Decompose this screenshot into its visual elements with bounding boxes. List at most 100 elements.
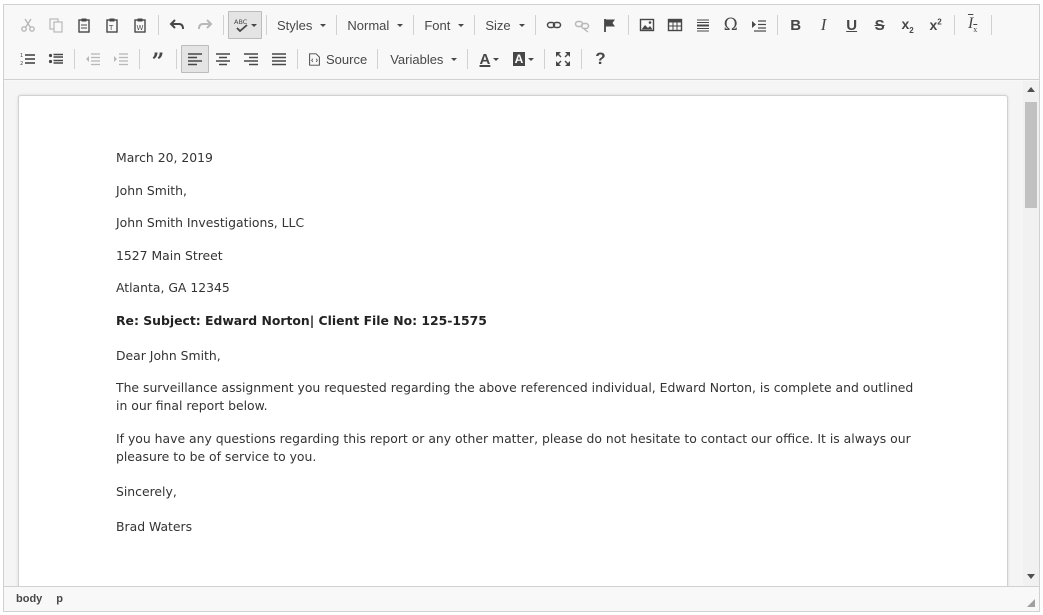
cut-icon [21,18,35,32]
horizontal-line-icon [696,19,709,32]
svg-text:T: T [108,24,114,32]
body-paragraph-1: The surveillance assignment you requeste… [116,380,914,413]
styles-dropdown[interactable]: Styles [271,13,332,37]
text-color-icon: A [479,50,491,68]
unlink-button[interactable] [568,11,596,39]
source-button-label: Source [326,51,368,67]
background-color-icon: A [512,52,526,66]
element-path-p[interactable]: p [56,593,63,605]
rich-text-editor: T W ABC Styles Normal Font Size Ω B I U … [3,4,1040,612]
link-icon [546,21,561,29]
bulleted-list-button[interactable] [42,45,70,73]
anchor-button[interactable] [596,11,624,39]
indent-button[interactable] [107,45,135,73]
cut-button[interactable] [14,11,42,39]
toolbar-separator [627,15,629,35]
toolbar-separator [336,15,338,35]
vertical-scrollbar[interactable] [1023,81,1039,586]
recipient-company: John Smith Investigations, LLC [116,215,305,230]
scrollbar-thumb[interactable] [1025,102,1037,208]
italic-button[interactable]: I [810,11,838,39]
svg-text:2: 2 [20,61,23,67]
unlink-icon [574,20,589,33]
underline-button[interactable]: U [838,11,866,39]
paste-text-button[interactable]: T [98,11,126,39]
resize-handle-icon[interactable] [1027,599,1035,607]
variables-dropdown[interactable]: Variables [382,47,463,71]
toolbar-separator [534,15,536,35]
text-color-button[interactable]: A [472,45,506,73]
source-button[interactable]: Source [302,47,373,71]
table-icon [667,18,682,32]
source-icon [309,52,320,66]
toolbar-separator [176,49,177,69]
paste-word-button[interactable]: W [126,11,154,39]
outdent-button[interactable] [79,45,107,73]
font-dropdown[interactable]: Font [418,13,470,37]
document-body[interactable]: March 20, 2019 John Smith, John Smith In… [116,149,916,550]
recipient-city: Atlanta, GA 12345 [116,280,230,295]
format-dropdown[interactable]: Normal [341,13,409,37]
paste-icon [78,18,90,33]
scroll-down-arrow-icon[interactable] [1027,574,1035,579]
toolbar-separator [953,15,955,35]
table-button[interactable] [661,11,689,39]
styles-dropdown-label: Styles [277,17,313,33]
strikethrough-button[interactable]: S [866,11,894,39]
justify-icon [272,53,286,66]
chevron-down-icon [320,23,327,27]
blockquote-button[interactable]: ” [144,45,172,73]
undo-button[interactable] [163,11,191,39]
spellcheck-button[interactable]: ABC [228,11,262,39]
chevron-down-icon [250,23,257,27]
subscript-button[interactable]: x2 [894,11,922,39]
svg-text:1: 1 [20,53,23,59]
superscript-button[interactable]: x2 [922,11,950,39]
align-left-button[interactable] [181,45,209,73]
chevron-down-icon [528,57,535,61]
toolbar-separator [544,49,546,69]
numbered-list-button[interactable]: 12 [14,45,42,73]
link-button[interactable] [540,11,568,39]
toolbar-separator [474,15,476,35]
subscript-icon: x2 [901,15,914,35]
element-path-body[interactable]: body [16,593,42,605]
maximize-icon [556,52,571,66]
align-left-icon [188,53,202,66]
align-right-button[interactable] [237,45,265,73]
toolbar-separator [297,49,298,69]
chevron-down-icon [451,57,458,61]
redo-button[interactable] [191,11,219,39]
maximize-button[interactable] [549,45,577,73]
bold-button[interactable]: B [782,11,810,39]
italic-icon: I [820,15,827,34]
justify-button[interactable] [265,45,293,73]
image-icon [639,18,654,32]
indent-icon [114,53,128,66]
document-page[interactable]: March 20, 2019 John Smith, John Smith In… [18,95,1008,586]
size-dropdown[interactable]: Size [479,13,530,37]
spellcheck-icon: ABC [234,18,247,33]
superscript-icon: x2 [929,17,942,33]
omega-icon: Ω [723,15,738,35]
background-color-button[interactable]: A [506,45,540,73]
help-button[interactable]: ? [586,45,614,73]
toolbar-separator [74,49,75,69]
special-character-button[interactable]: Ω [717,11,745,39]
align-center-button[interactable] [209,45,237,73]
svg-text:W: W [137,24,144,32]
copy-button[interactable] [42,11,70,39]
remove-format-button[interactable]: Ix [959,11,987,39]
anchor-flag-icon [603,19,615,32]
scroll-up-arrow-icon[interactable] [1027,87,1035,92]
toolbar-separator [377,49,379,69]
body-paragraph-2: If you have any questions regarding this… [116,430,911,464]
redo-icon [198,19,213,30]
image-button[interactable] [633,11,661,39]
chevron-down-icon [518,23,525,27]
toolbar-row-2: 12 ” Source Variables A A ? [14,45,614,73]
paste-button[interactable] [70,11,98,39]
horizontal-line-button[interactable] [689,11,717,39]
page-break-button[interactable] [745,11,773,39]
editor-content-area: March 20, 2019 John Smith, John Smith In… [4,81,1023,586]
